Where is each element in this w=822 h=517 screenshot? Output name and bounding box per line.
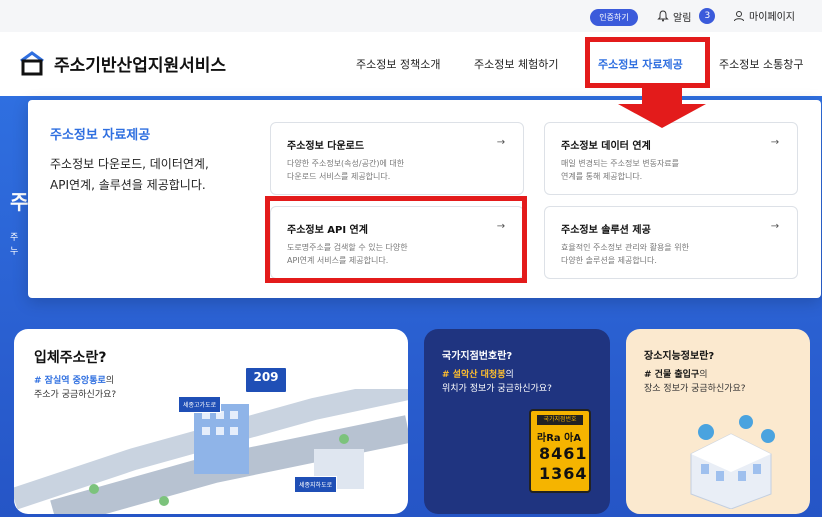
plate-number-2: 1364 — [539, 464, 588, 483]
point-number-plate: 국가지점번호 라Ra 아A 8461 1364 — [529, 409, 591, 493]
top-utility-bar: 인증하기 알림 3 마이페이지 — [0, 0, 822, 32]
alarm-count-badge: 3 — [699, 8, 716, 24]
hero-side-line2: 누 — [10, 247, 19, 257]
card-national-point-number[interactable]: 국가지점번호란? # 설악산 대청봉의 위치가 정보가 궁금하신가요? 국가지점… — [424, 329, 610, 514]
alarm-link[interactable]: 알림 3 — [657, 8, 716, 24]
site-title: 주소기반산업지원서비스 — [54, 55, 227, 76]
red-down-arrow-icon — [618, 88, 706, 128]
plate-header: 국가지점번호 — [537, 415, 583, 425]
card-desc-line2: 연계를 통해 제공합니다. — [561, 172, 643, 181]
nav-policy[interactable]: 주소정보 정책소개 — [356, 56, 440, 72]
nav-highlight-box — [585, 37, 710, 88]
panel-description-line2: API연계, 솔루션을 제공합니다. — [50, 178, 206, 192]
card-subtitle: 위치가 정보가 궁금하신가요? — [442, 384, 552, 394]
card-tag: # 건물 출입구의 — [644, 367, 708, 380]
card-place-intelligence[interactable]: 장소지능정보란? # 건물 출입구의 장소 정보가 궁금하신가요? — [626, 329, 810, 514]
hero-side-text: 주 — [10, 190, 29, 214]
card-solution[interactable]: 주소정보 솔루션 제공 효율적인 주소정보 관리와 활용을 위한 다양한 솔루션… — [544, 206, 798, 279]
card-data-link[interactable]: 주소정보 데이터 연계 매일 변경되는 주소정보 변동자료를 연계를 통해 제공… — [544, 122, 798, 195]
card-desc-line1: 효율적인 주소정보 관리와 활용을 위한 — [561, 243, 689, 252]
arrow-right-icon: → — [770, 221, 780, 232]
logo-house-icon — [20, 51, 44, 76]
card-tag-suffix: 의 — [699, 370, 708, 380]
panel-description-line1: 주소정보 다운로드, 데이터연계, — [50, 157, 209, 171]
nav-experience[interactable]: 주소정보 체험하기 — [474, 56, 558, 72]
bell-icon — [657, 10, 669, 22]
mypage-link[interactable]: 마이페이지 — [733, 8, 795, 23]
card-tag-suffix: 의 — [505, 370, 514, 380]
building-illustration — [690, 415, 775, 509]
panel-title: 주소정보 자료제공 — [50, 128, 151, 143]
plate-letters: 라Ra 아A — [537, 433, 582, 444]
plate-number-1: 8461 — [539, 444, 588, 463]
road-sign-209: 209 — [244, 366, 288, 394]
card-tag: # 설악산 대청봉의 — [442, 367, 514, 380]
card-title: 장소지능정보란? — [644, 351, 715, 362]
certify-button[interactable]: 인증하기 — [590, 9, 638, 26]
card-desc-line2: 다운로드 서비스를 제공합니다. — [287, 172, 391, 181]
road-sign-sejong-jihadoro: 세종지하도로 — [294, 476, 338, 493]
card-subtitle: 장소 정보가 궁금하신가요? — [644, 384, 746, 394]
nav-communication[interactable]: 주소정보 소통창구 — [719, 56, 803, 72]
card-desc-line1: 매일 변경되는 주소정보 변동자료를 — [561, 159, 680, 168]
arrow-right-icon: → — [496, 137, 506, 148]
card-title: 국가지점번호란? — [442, 351, 513, 362]
card-tag-suffix: 의 — [105, 376, 115, 386]
card-tag: # 잠실역 중앙통로의 — [34, 373, 114, 386]
card-3d-address[interactable]: 입체주소란? # 잠실역 중앙통로의 주소가 궁금하신가요? 세종고가도로 세종… — [14, 329, 408, 514]
mypage-label: 마이페이지 — [749, 12, 795, 23]
card-desc-line1: 다양한 주소정보(속성/공간)에 대한 — [287, 159, 405, 168]
alarm-label: 알림 — [673, 12, 692, 24]
card-title: 주소정보 솔루션 제공 — [561, 225, 651, 236]
card-title: 주소정보 데이터 연계 — [561, 141, 651, 152]
card-desc-line2: 다양한 솔루션을 제공합니다. — [561, 256, 657, 265]
site-logo[interactable]: 주소기반산업지원서비스 — [18, 50, 226, 76]
card-download[interactable]: 주소정보 다운로드 다양한 주소정보(속성/공간)에 대한 다운로드 서비스를 … — [270, 122, 524, 195]
card-tag-text: # 건물 출입구 — [644, 370, 700, 380]
road-sign-sejong-gogadoro: 세종고가도로 — [178, 396, 222, 413]
user-icon — [734, 10, 744, 21]
hero-side-line1: 주 — [10, 233, 19, 243]
card-tag-text: # 설악산 대청봉 — [442, 370, 506, 380]
card-title: 입체주소란? — [34, 350, 107, 366]
api-card-highlight-box — [265, 196, 527, 283]
arrow-right-icon: → — [770, 137, 780, 148]
card-tag-text: # 잠실역 중앙통로 — [34, 376, 106, 386]
card-title: 주소정보 다운로드 — [287, 141, 365, 152]
